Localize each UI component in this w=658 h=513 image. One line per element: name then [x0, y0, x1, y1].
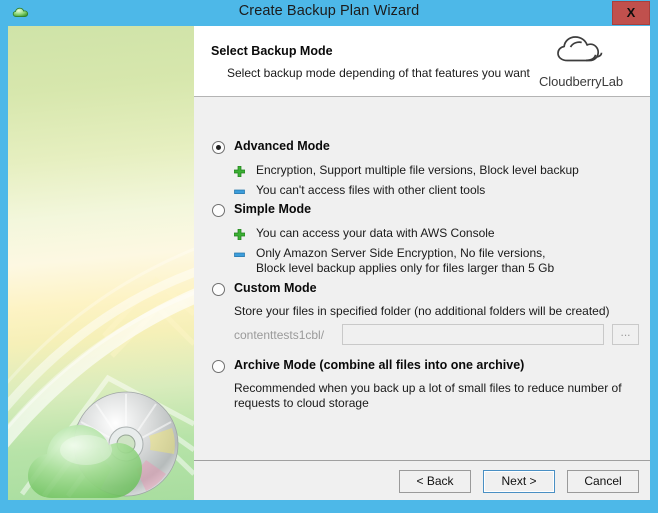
radio-archive-mode[interactable] [212, 360, 225, 373]
feature-simple-pro-text: You can access your data with AWS Consol… [256, 226, 495, 240]
custom-path-row: contenttests1cbl/ ... [234, 324, 644, 346]
wizard-illustration [8, 26, 194, 500]
page-title: Select Backup Mode [211, 44, 333, 58]
cancel-button[interactable]: Cancel [567, 470, 639, 493]
radio-advanced-mode[interactable] [212, 141, 225, 154]
feature-advanced-con-text: You can't access files with other client… [256, 183, 486, 197]
dialog-body: Select Backup Mode Select backup mode de… [8, 26, 650, 500]
option-custom-mode-label[interactable]: Custom Mode [234, 281, 317, 295]
plus-icon [233, 165, 246, 178]
backup-mode-options: Advanced Mode Encryption, Support multip… [194, 97, 650, 460]
minus-icon [234, 186, 245, 197]
page-subtitle: Select backup mode depending of that fea… [227, 66, 530, 80]
radio-custom-mode[interactable] [212, 283, 225, 296]
option-simple-mode-label[interactable]: Simple Mode [234, 202, 311, 216]
radio-simple-mode[interactable] [212, 204, 225, 217]
option-archive-mode-description: Recommended when you back up a lot of sm… [234, 381, 622, 410]
next-button[interactable]: Next > [483, 470, 555, 493]
cloud-logo-icon [557, 36, 603, 62]
cloudberrylab-logo: CloudberryLab [526, 32, 636, 89]
close-button[interactable]: X [612, 1, 650, 25]
option-archive-mode-label[interactable]: Archive Mode (combine all files into one… [234, 358, 524, 372]
custom-path-prefix: contenttests1cbl/ [234, 328, 325, 342]
browse-button[interactable]: ... [612, 324, 639, 345]
back-button[interactable]: < Back [399, 470, 471, 493]
feature-simple-con-text: Only Amazon Server Side Encryption, No f… [256, 246, 555, 275]
minus-icon [234, 249, 245, 260]
window-title: Create Backup Plan Wizard [238, 3, 420, 19]
option-custom-mode-description: Store your files in specified folder (no… [234, 304, 610, 318]
logo-text: CloudberryLab [539, 74, 623, 89]
custom-path-input[interactable] [342, 324, 604, 345]
plus-icon [233, 228, 246, 241]
feature-advanced-pro-text: Encryption, Support multiple file versio… [256, 163, 579, 177]
dialog-footer: < Back Next > Cancel [194, 460, 650, 500]
wizard-window: Create Backup Plan Wizard X Select Backu… [0, 0, 658, 513]
option-advanced-mode-label[interactable]: Advanced Mode [234, 139, 330, 153]
page-header: Select Backup Mode Select backup mode de… [194, 26, 650, 97]
wizard-content: Select Backup Mode Select backup mode de… [194, 26, 650, 500]
title-bar: Create Backup Plan Wizard X [0, 0, 658, 26]
